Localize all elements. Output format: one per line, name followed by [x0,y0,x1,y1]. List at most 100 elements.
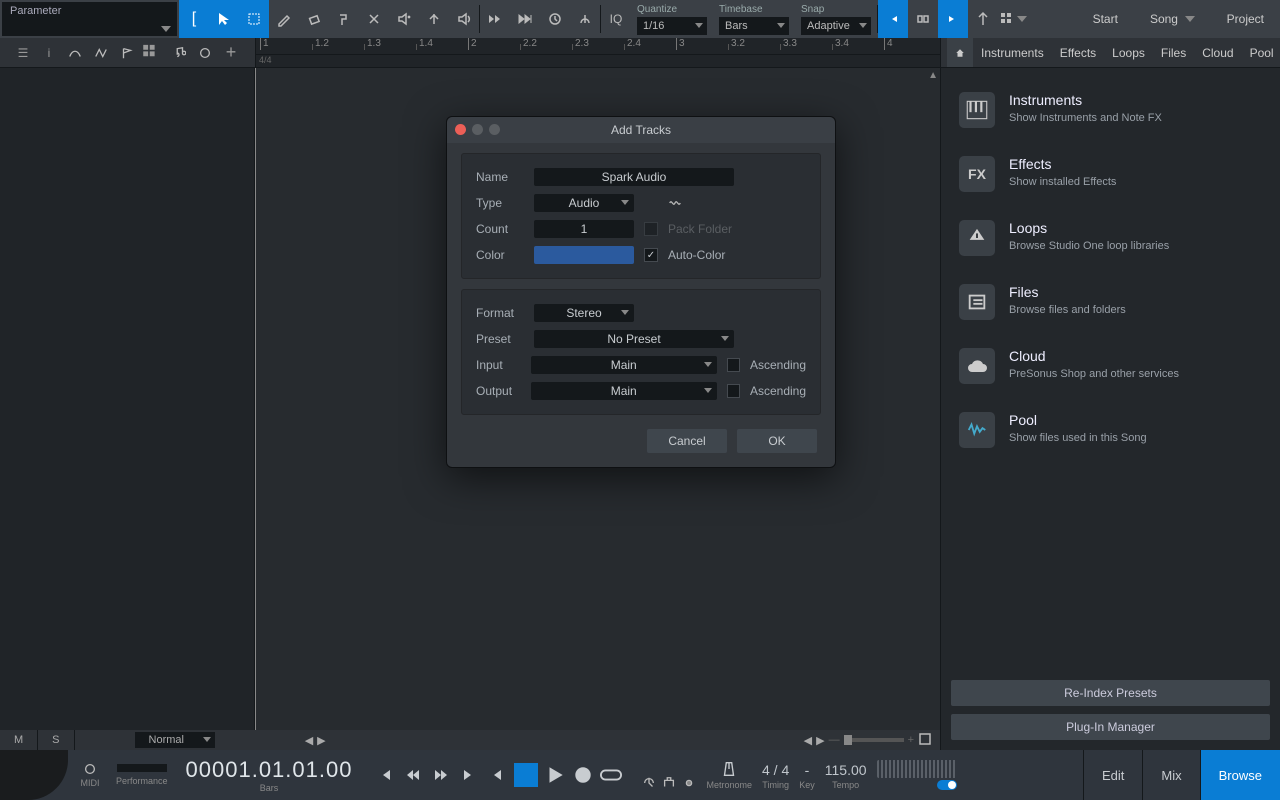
menu-icon[interactable]: ☰ [10,46,36,60]
ok-button[interactable]: OK [737,429,817,453]
range-tool[interactable] [239,0,269,38]
solo-all-button[interactable]: S [38,730,74,750]
flag-icon[interactable] [114,46,140,60]
erase-tool[interactable] [299,0,329,38]
pack-folder-checkbox[interactable] [644,222,658,236]
home-icon[interactable] [947,38,973,67]
timeline-ruler[interactable]: 11.21.31.422.22.32.433.23.33.44 4/4 [255,38,940,67]
format-select[interactable]: Stereo [534,304,634,322]
split-tool[interactable] [359,0,389,38]
mute-tool[interactable] [389,0,419,38]
auto-color-checkbox[interactable] [644,248,658,262]
automation-lane-icon[interactable] [62,46,88,60]
output-select[interactable]: Main [531,382,717,400]
info-icon[interactable]: i [36,46,62,60]
timebase-selector[interactable]: Timebase Bars [713,0,795,38]
timeline-scroll-right-icon[interactable]: ▶ [816,734,824,747]
iq-button[interactable]: IQ [601,0,631,38]
grid-view-icon[interactable] [140,40,166,66]
track-count-input[interactable]: 1 [534,220,634,238]
timeline-scroll-left-icon[interactable]: ◀ [804,734,812,747]
browser-tab-cloud[interactable]: Cloud [1194,38,1241,67]
browser-tab-pool[interactable]: Pool [1242,38,1280,67]
project-page-tab[interactable]: Project [1211,0,1280,38]
dialog-titlebar[interactable]: Add Tracks [447,117,835,143]
song-page-tab[interactable]: Song [1134,0,1211,38]
close-window-icon[interactable] [455,124,466,135]
browser-item-effects[interactable]: FXEffectsShow installed Effects [951,142,1270,206]
parameter-display[interactable]: Parameter [2,2,177,36]
quantize-selector[interactable]: Quantize 1/16 [631,0,713,38]
input-select[interactable]: Main [531,356,717,374]
snap-selector[interactable]: Snap Adaptive [795,0,877,38]
play-button[interactable] [544,764,566,786]
browser-tab-instruments[interactable]: Instruments [973,38,1052,67]
browser-item-pool[interactable]: PoolShow files used in this Song [951,398,1270,462]
snap-left-icon[interactable] [878,0,908,38]
reindex-presets-button[interactable]: Re-Index Presets [951,680,1270,706]
track-name-input[interactable]: Spark Audio [534,168,734,186]
track-height-mode[interactable]: Normal [135,732,215,748]
auto-scroll-icon[interactable] [540,0,570,38]
browser-tab-loops[interactable]: Loops [1104,38,1153,67]
skip-icon[interactable] [510,0,540,38]
time-signature-display[interactable]: 4 / 4 [762,762,789,778]
bend-tool[interactable] [419,0,449,38]
browser-item-cloud[interactable]: CloudPreSonus Shop and other services [951,334,1270,398]
arrow-tool[interactable] [209,0,239,38]
selection-range-tool[interactable]: [ [179,0,209,38]
scroll-right-icon[interactable]: ▶ [317,734,325,747]
autopunch-icon[interactable] [662,776,676,790]
metronome-icon[interactable] [720,760,738,778]
loop-button[interactable] [600,764,622,786]
scroll-left-icon[interactable]: ◀ [305,734,313,747]
listen-tool[interactable] [449,0,479,38]
macro-icon[interactable] [570,0,600,38]
fast-forward-button[interactable] [430,764,452,786]
grid-menu-icon[interactable] [998,0,1028,38]
scroll-up-icon[interactable]: ▲ [928,70,938,81]
envelope-icon[interactable] [88,46,114,60]
browse-view-button[interactable]: Browse [1200,750,1280,800]
start-page-tab[interactable]: Start [1077,0,1134,38]
browser-item-instruments[interactable]: InstrumentsShow Instruments and Note FX [951,78,1270,142]
return-to-zero-button[interactable] [486,764,508,786]
play-cursor[interactable] [255,68,256,730]
output-ascending-checkbox[interactable] [727,384,740,398]
browser-tab-effects[interactable]: Effects [1052,38,1104,67]
snap-cursor-icon[interactable] [968,0,998,38]
draw-tool[interactable] [269,0,299,38]
stop-button[interactable] [514,763,538,787]
mute-all-button[interactable]: M [0,730,38,750]
rewind-to-start-button[interactable] [374,764,396,786]
precount-icon[interactable] [682,776,696,790]
snap-toggle-icon[interactable] [908,0,938,38]
plugin-manager-button[interactable]: Plug-In Manager [951,714,1270,740]
preroll-icon[interactable] [642,776,656,790]
cancel-button[interactable]: Cancel [647,429,727,453]
mix-view-button[interactable]: Mix [1142,750,1199,800]
add-track-icon[interactable]: + [218,42,244,63]
meter-toggle[interactable] [937,780,957,790]
browser-item-files[interactable]: FilesBrowse files and folders [951,270,1270,334]
go-to-end-button[interactable] [458,764,480,786]
track-type-select[interactable]: Audio [534,194,634,212]
fast-forward-icon[interactable] [480,0,510,38]
zoom-fit-icon[interactable] [918,732,932,749]
edit-view-button[interactable]: Edit [1083,750,1142,800]
snap-right-icon[interactable] [938,0,968,38]
browser-tab-files[interactable]: Files [1153,38,1194,67]
transport-time-display[interactable]: 00001.01.01.00 [174,757,365,783]
tempo-display[interactable]: 115.00 [825,762,867,778]
track-list-panel[interactable] [0,68,255,730]
zoom-slider[interactable] [844,738,904,742]
key-display[interactable]: - [805,762,810,778]
minimize-window-icon[interactable] [472,124,483,135]
notes-icon[interactable] [166,46,192,60]
browser-item-loops[interactable]: LoopsBrowse Studio One loop libraries [951,206,1270,270]
color-swatch[interactable] [534,246,634,264]
tempo-track-icon[interactable] [192,46,218,60]
rewind-button[interactable] [402,764,424,786]
paint-tool[interactable] [329,0,359,38]
record-button[interactable] [572,764,594,786]
